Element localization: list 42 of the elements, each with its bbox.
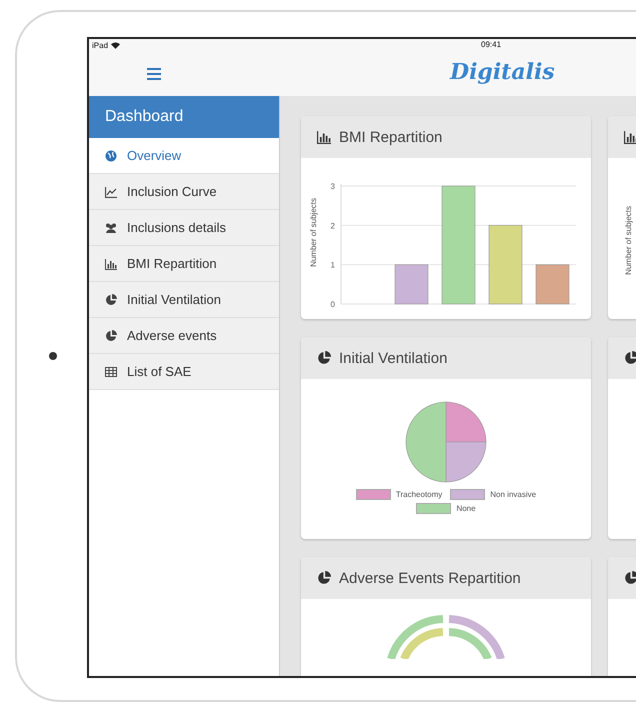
legend-label: None [456,504,476,513]
legend-swatch [356,489,391,500]
camera-dot [49,352,57,360]
card-title: BMI Repartition [339,128,442,146]
axis-tick: 3 [330,182,335,191]
axis-tick: 2 [330,221,335,230]
sidebar-item[interactable]: Initial Ventilation [89,282,279,318]
device-name: iPad [92,40,108,50]
card-title: Adverse Events Repartition [339,570,521,586]
pie-chart-icon [624,571,636,585]
bar [536,264,570,304]
app-logo: Digitalis [450,59,555,85]
sidebar-item[interactable]: BMI Repartition [89,246,279,282]
pie-chart-icon [317,351,331,365]
axis-tick: 1 [330,260,335,270]
bar-chart-icon [317,130,331,144]
wifi-icon [111,42,120,48]
pie-chart-icon [317,571,331,585]
menu-icon[interactable] [147,68,161,80]
bar-chart-icon [105,258,117,270]
users-icon [105,222,117,234]
line-chart-icon [105,186,117,198]
axis-label: Number of subjects [309,198,318,267]
sidebar-item[interactable]: List of SAE [89,354,279,390]
legend-label: Non invasive [490,490,536,499]
legend-swatch [416,503,452,514]
table-icon [105,366,117,378]
pie-chart-icon [105,294,117,306]
bar [394,264,428,304]
legend-label: Tracheotomy [396,490,442,499]
clock: 09:41 [481,40,502,49]
pie-chart-icon [624,351,636,365]
card-title: Initial Ventilation [339,350,448,366]
legend-swatch [450,489,486,500]
sidebar-item[interactable]: Inclusions details [89,210,279,246]
bar-chart-icon [624,130,636,144]
pie-chart-icon [105,330,117,342]
sidebar-item[interactable]: Adverse events [89,318,279,354]
axis-label: Number of subjects [624,206,633,275]
axis-tick: 0 [330,300,335,309]
sidebar-title: Dashboard [89,96,279,138]
sidebar-item[interactable]: Inclusion Curve [89,174,279,210]
